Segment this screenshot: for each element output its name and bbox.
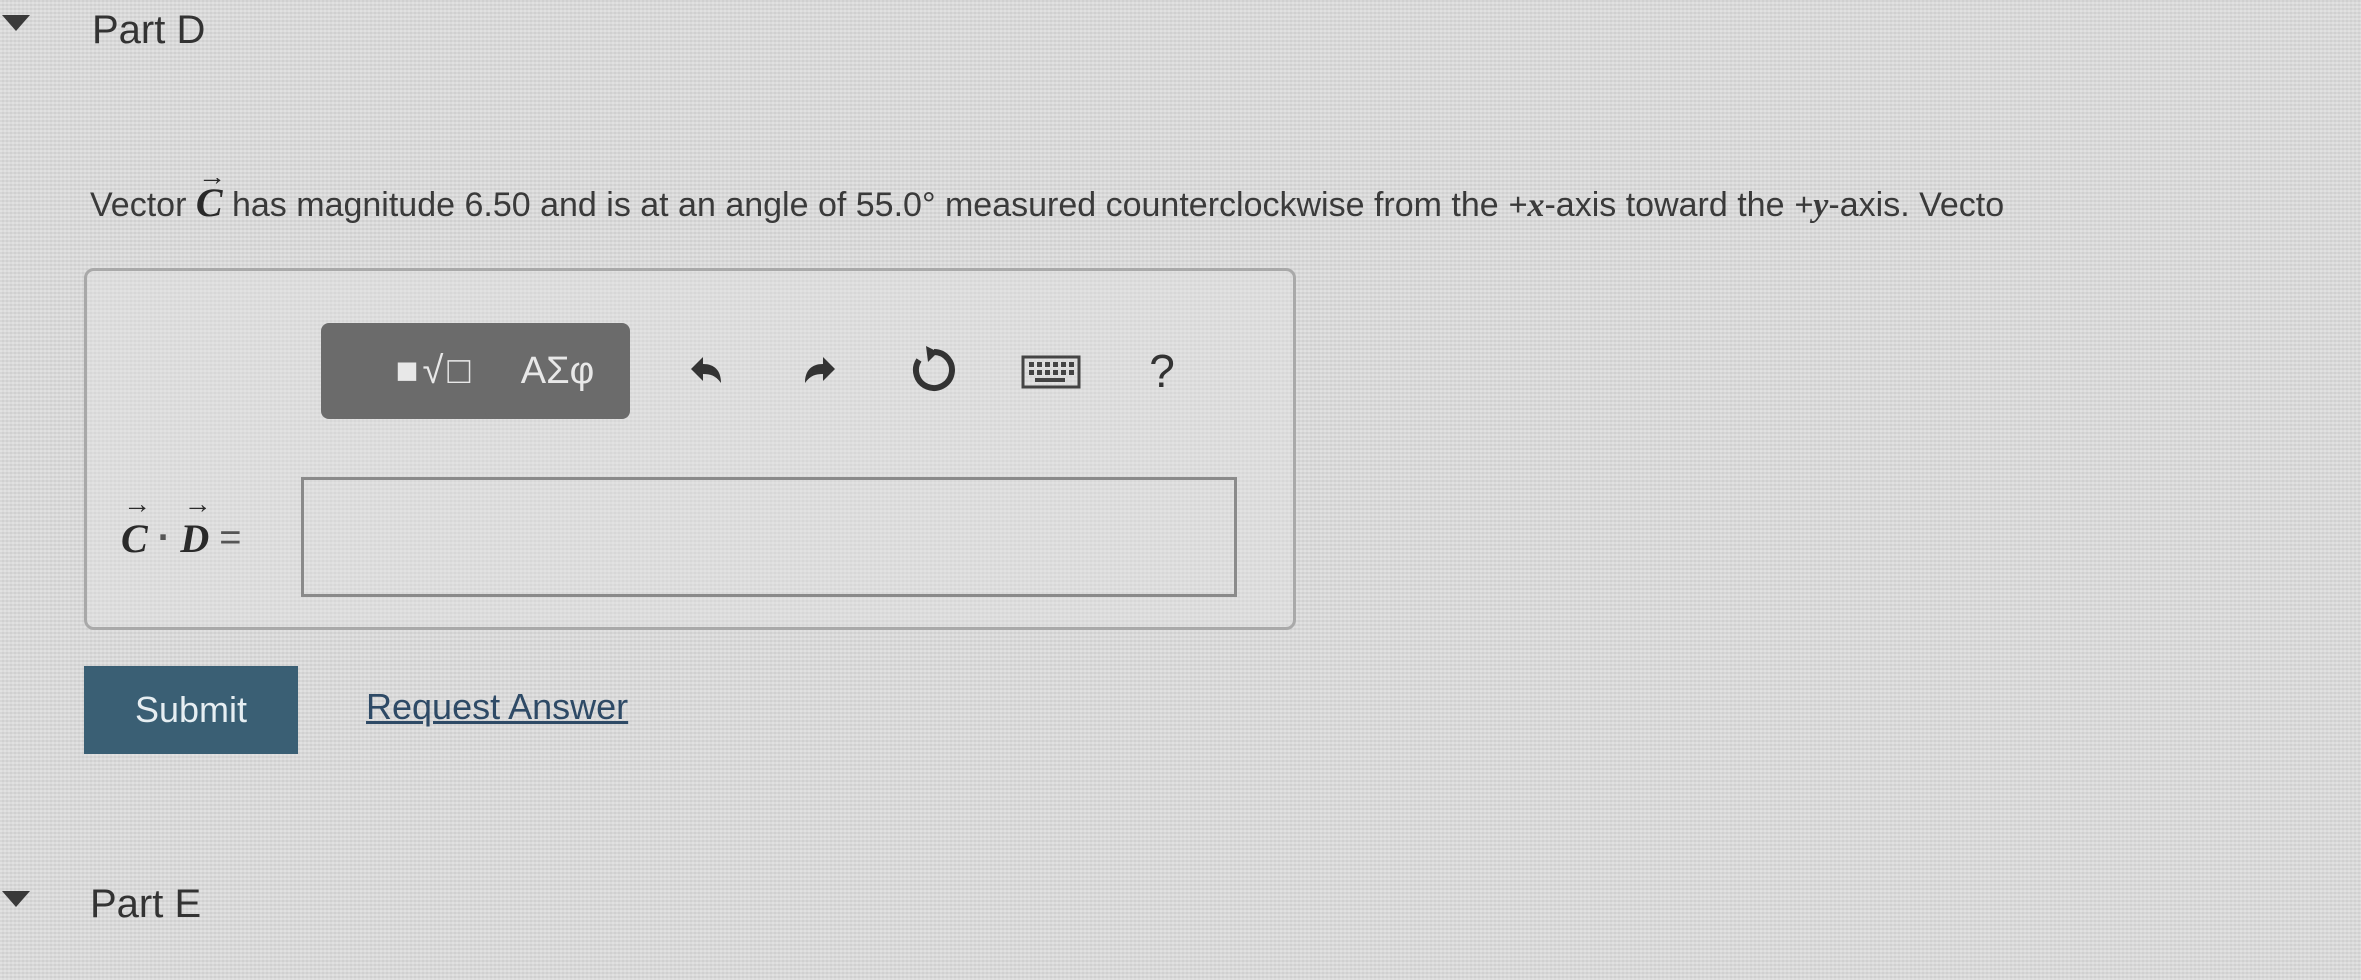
question-text: Vector C has magnitude 6.50 and is at an…	[90, 178, 2361, 238]
part-e-title: Part E	[90, 881, 202, 926]
plus-y-symbol: +y	[1793, 187, 1829, 224]
vector-d-label: D	[180, 515, 209, 562]
help-icon[interactable]: ?	[1137, 341, 1187, 401]
greek-symbols-label: ΑΣφ	[520, 349, 595, 392]
templates-icon: ■√□	[395, 349, 475, 392]
part-d-title: Part D	[92, 7, 206, 52]
undo-icon[interactable]	[677, 343, 733, 399]
vector-c-label: C	[121, 515, 148, 562]
dot-operator: ·	[157, 516, 171, 559]
answer-panel: ■√□ ΑΣφ ? C · D =	[84, 268, 1296, 630]
collapse-caret-icon[interactable]	[2, 891, 30, 907]
request-answer-link[interactable]: Request Answer	[366, 686, 628, 728]
submit-button[interactable]: Submit	[84, 666, 298, 754]
keyboard-icon[interactable]	[1021, 349, 1081, 393]
part-d-header[interactable]: Part D	[0, 4, 205, 56]
collapse-caret-icon[interactable]	[2, 15, 30, 31]
plus-x-symbol: +x	[1508, 187, 1545, 224]
answer-input[interactable]	[301, 477, 1237, 597]
vector-c-symbol: C	[196, 178, 223, 228]
greek-symbols-button[interactable]: ΑΣφ	[485, 323, 630, 419]
redo-icon[interactable]	[793, 343, 849, 399]
equals-sign: =	[219, 516, 242, 559]
answer-label: C · D =	[121, 503, 241, 573]
reset-icon[interactable]	[903, 339, 965, 401]
part-e-header[interactable]: Part E	[0, 876, 201, 932]
